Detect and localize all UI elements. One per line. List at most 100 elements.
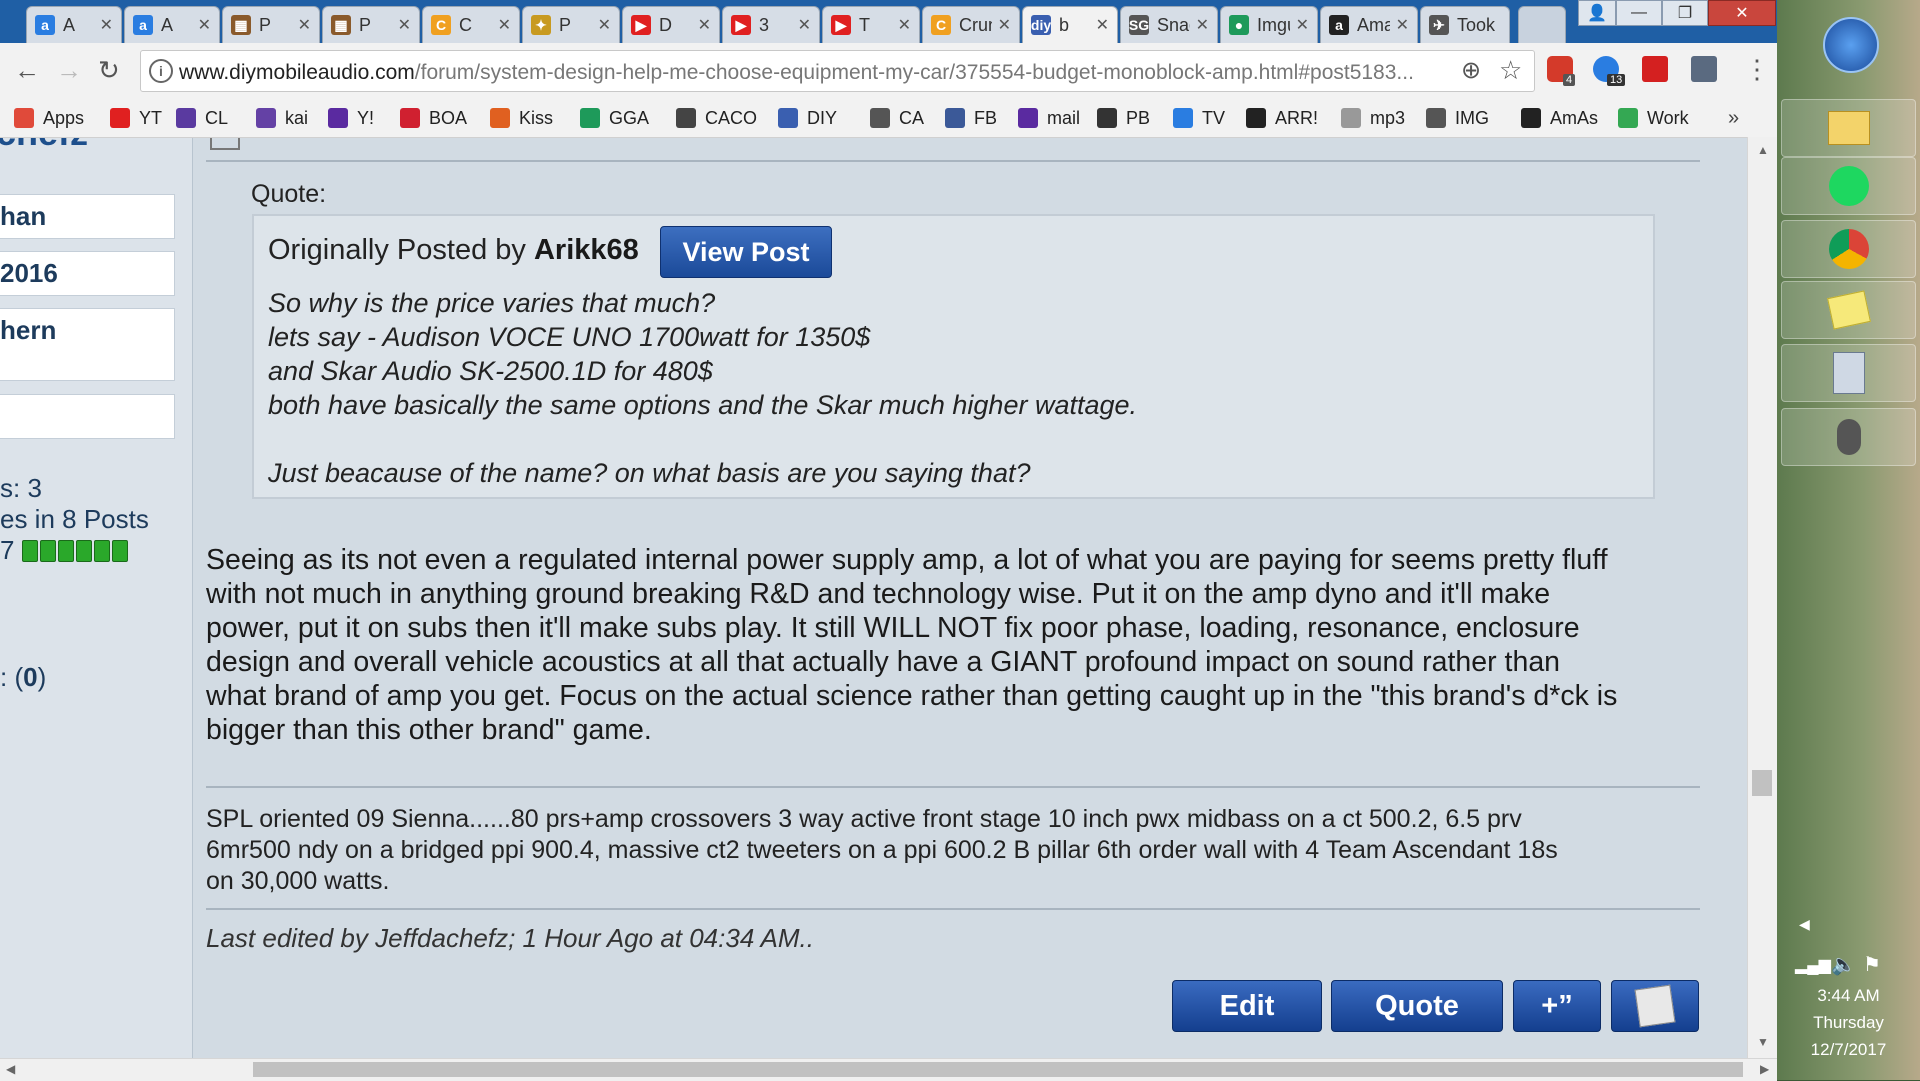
tab-close-icon[interactable]: ✕ xyxy=(798,15,811,35)
quote-attribution: Originally Posted by Arikk68 xyxy=(268,234,639,267)
zoom-icon[interactable]: ⊕ xyxy=(1461,56,1481,85)
scroll-left-icon[interactable]: ◀ xyxy=(6,1062,15,1076)
edit-button[interactable]: Edit xyxy=(1172,980,1322,1032)
bookmark-mail[interactable]: mail xyxy=(1018,99,1080,137)
bookmark-boa[interactable]: BOA xyxy=(400,99,467,137)
bookmark-y[interactable]: Y! xyxy=(328,99,374,137)
taskbar-calculator[interactable] xyxy=(1781,344,1916,402)
bookmark-gga[interactable]: GGA xyxy=(580,99,649,137)
scroll-up-icon[interactable]: ▲ xyxy=(1757,143,1769,157)
scroll-down-icon[interactable]: ▼ xyxy=(1757,1035,1769,1049)
close-window-button[interactable]: ✕ xyxy=(1708,0,1776,26)
browser-tab[interactable]: SG Snag ✕ xyxy=(1120,6,1218,43)
tab-close-icon[interactable]: ✕ xyxy=(1396,15,1409,35)
tab-close-icon[interactable]: ✕ xyxy=(1296,15,1309,35)
quick-reply-button[interactable] xyxy=(1611,980,1699,1032)
bookmarks-overflow-icon[interactable]: » xyxy=(1728,99,1739,137)
browser-tab[interactable]: diy b ✕ xyxy=(1022,6,1118,43)
tab-close-icon[interactable]: ✕ xyxy=(598,15,611,35)
browser-tab[interactable]: C C ✕ xyxy=(422,6,520,43)
menu-icon[interactable]: ⋮ xyxy=(1744,54,1770,85)
browser-tab[interactable]: a A ✕ xyxy=(124,6,220,43)
tab-close-icon[interactable]: ✕ xyxy=(298,15,311,35)
start-button[interactable] xyxy=(1823,17,1879,73)
volume-icon[interactable]: 🔈 xyxy=(1831,952,1856,977)
puzzle-extension-icon[interactable] xyxy=(1691,56,1717,82)
bookmark-caco[interactable]: CACO xyxy=(676,99,757,137)
bookmark-kiss[interactable]: Kiss xyxy=(490,99,553,137)
bookmark-fb[interactable]: FB xyxy=(945,99,997,137)
new-tab-button[interactable] xyxy=(1518,6,1566,43)
quote-button[interactable]: Quote xyxy=(1331,980,1503,1032)
network-icon[interactable]: ▂▄▆ xyxy=(1795,955,1831,975)
tab-favicon-icon: C xyxy=(431,15,451,35)
bookmark-apps[interactable]: Apps xyxy=(14,99,84,137)
browser-tab[interactable]: C Crun ✕ xyxy=(922,6,1020,43)
tab-close-icon[interactable]: ✕ xyxy=(998,15,1011,35)
tab-close-icon[interactable]: ✕ xyxy=(1096,15,1109,35)
tab-close-icon[interactable]: ✕ xyxy=(198,15,211,35)
taskbar-clock[interactable]: 3:44 AM Thursday 12/7/2017 xyxy=(1777,982,1920,1063)
bookmark-label: mp3 xyxy=(1370,107,1406,128)
show-hidden-icons[interactable]: ◀ xyxy=(1799,916,1810,933)
browser-tab[interactable]: ▶ D ✕ xyxy=(622,6,720,43)
browser-tab[interactable]: ✈ Took xyxy=(1420,6,1510,43)
bookmark-kai[interactable]: kai xyxy=(256,99,308,137)
browser-tab[interactable]: ● Imgu ✕ xyxy=(1220,6,1318,43)
tab-close-icon[interactable]: ✕ xyxy=(1196,15,1209,35)
flash-extension-icon[interactable] xyxy=(1642,56,1668,82)
taskbar-sticky-notes[interactable] xyxy=(1781,281,1916,339)
bookmark-mp3[interactable]: mp3 xyxy=(1341,99,1405,137)
multi-quote-button[interactable]: +” xyxy=(1513,980,1601,1032)
browser-tab[interactable]: a Ama ✕ xyxy=(1320,6,1418,43)
view-post-button[interactable]: View Post xyxy=(660,226,832,278)
browser-tab[interactable]: a A ✕ xyxy=(26,6,122,43)
maximize-button[interactable]: ❐ xyxy=(1662,0,1708,26)
minimize-button[interactable]: — xyxy=(1616,0,1662,26)
forward-icon[interactable]: → xyxy=(56,55,82,86)
browser-tab[interactable]: ▶ 3 ✕ xyxy=(722,6,820,43)
browser-tab[interactable]: ✦ P ✕ xyxy=(522,6,620,43)
bookmark-star-icon[interactable]: ☆ xyxy=(1499,55,1522,86)
quote-author[interactable]: Arikk68 xyxy=(534,234,639,266)
browser-tab[interactable]: ▦ P ✕ xyxy=(322,6,420,43)
bookmark-arr[interactable]: ARR! xyxy=(1246,99,1318,137)
profile-button[interactable]: 👤 xyxy=(1578,0,1616,26)
scroll-thumb[interactable] xyxy=(1752,770,1772,796)
tab-close-icon[interactable]: ✕ xyxy=(100,15,113,35)
tab-close-icon[interactable]: ✕ xyxy=(498,15,511,35)
info-icon[interactable]: i xyxy=(149,59,173,83)
bookmark-cl[interactable]: CL xyxy=(176,99,228,137)
scroll-right-icon[interactable]: ▶ xyxy=(1760,1062,1769,1076)
horizontal-scrollbar[interactable]: ◀ ▶ xyxy=(0,1058,1777,1081)
tab-close-icon[interactable]: ✕ xyxy=(698,15,711,35)
taskbar-spotify[interactable] xyxy=(1781,157,1916,215)
back-icon[interactable]: ← xyxy=(14,55,40,86)
bookmark-ca[interactable]: CA xyxy=(870,99,924,137)
pirate-icon xyxy=(1246,108,1266,128)
taskbar-chrome[interactable] xyxy=(1781,220,1916,278)
username-fragment[interactable]: chefz xyxy=(0,138,88,154)
url-domain: www.diymobileaudio.com xyxy=(179,61,415,84)
bookmark-diy[interactable]: DIY xyxy=(778,99,837,137)
tab-close-icon[interactable]: ✕ xyxy=(898,15,911,35)
action-center-flag-icon[interactable]: ⚑ xyxy=(1863,952,1881,977)
bookmark-amas[interactable]: AmAs xyxy=(1521,99,1598,137)
hscroll-thumb[interactable] xyxy=(253,1062,1743,1077)
bookmark-pb[interactable]: PB xyxy=(1097,99,1150,137)
reload-icon[interactable]: ↻ xyxy=(98,55,120,86)
taskbar-mouse[interactable] xyxy=(1781,408,1916,466)
tab-title: Imgu xyxy=(1257,14,1290,35)
bookmark-work[interactable]: Work xyxy=(1618,99,1689,137)
taskbar-explorer[interactable] xyxy=(1781,99,1916,157)
bookmark-yt[interactable]: YT xyxy=(110,99,162,137)
address-bar[interactable]: i www.diymobileaudio.com/forum/system-de… xyxy=(140,50,1535,92)
rep-power: 7 xyxy=(0,535,15,565)
browser-tab[interactable]: ▶ T ✕ xyxy=(822,6,920,43)
browser-tab[interactable]: ▦ P ✕ xyxy=(222,6,320,43)
bookmark-tv[interactable]: TV xyxy=(1173,99,1225,137)
tab-close-icon[interactable]: ✕ xyxy=(398,15,411,35)
infractions: : (0) xyxy=(0,662,46,693)
bookmark-img[interactable]: IMG xyxy=(1426,99,1489,137)
vertical-scrollbar[interactable]: ▲ ▼ xyxy=(1747,137,1778,1058)
